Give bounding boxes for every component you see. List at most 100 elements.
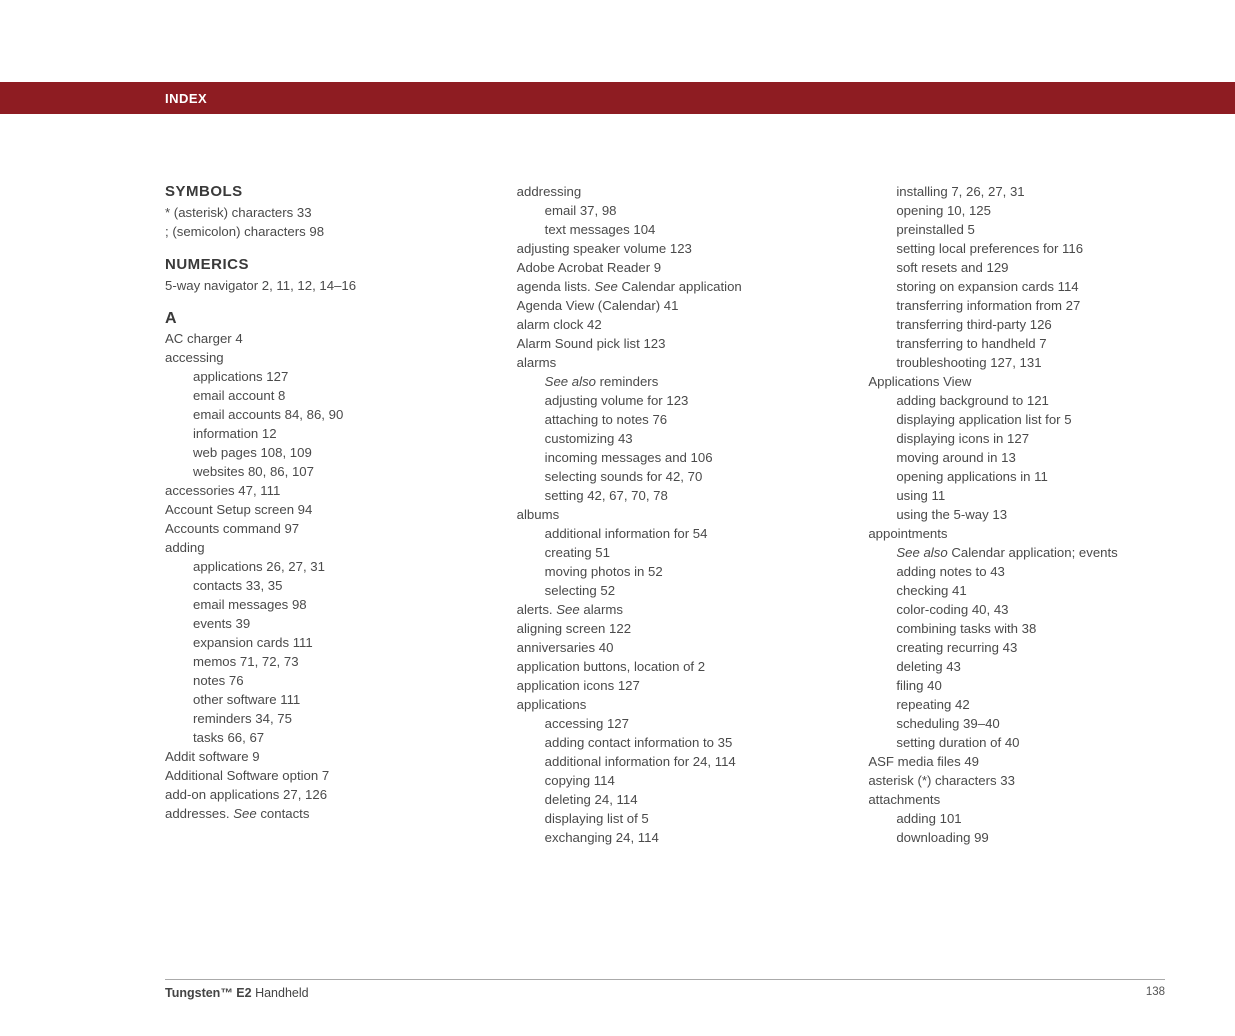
index-entry: installing 7, 26, 27, 31 [868,182,1165,201]
index-entry: incoming messages and 106 [517,448,814,467]
index-entry: 5-way navigator 2, 11, 12, 14–16 [165,276,462,295]
index-entry: other software 111 [165,690,462,709]
index-entry: tasks 66, 67 [165,728,462,747]
index-entry: alarms [517,353,814,372]
index-entry: adjusting speaker volume 123 [517,239,814,258]
index-entry: attachments [868,790,1165,809]
footer: Tungsten™ E2 Handheld 138 [165,979,1165,1000]
index-entry: checking 41 [868,581,1165,600]
index-entry: additional information for 54 [517,524,814,543]
index-entry: websites 80, 86, 107 [165,462,462,481]
index-entry: opening applications in 11 [868,467,1165,486]
spacer [165,241,462,255]
index-entry: accessing 127 [517,714,814,733]
index-entry: displaying icons in 127 [868,429,1165,448]
index-entry: filing 40 [868,676,1165,695]
index-entry: web pages 108, 109 [165,443,462,462]
index-entry: adding notes to 43 [868,562,1165,581]
index-entry: alerts. See alarms [517,600,814,619]
index-entry: Adobe Acrobat Reader 9 [517,258,814,277]
index-entry: copying 114 [517,771,814,790]
index-entry: Addit software 9 [165,747,462,766]
index-entry: selecting sounds for 42, 70 [517,467,814,486]
index-entry: reminders 34, 75 [165,709,462,728]
index-entry: A [165,309,462,328]
product-name-bold: Tungsten™ E2 [165,986,252,1000]
index-entry: See also reminders [517,372,814,391]
index-entry: Account Setup screen 94 [165,500,462,519]
index-entry: events 39 [165,614,462,633]
index-entry: email 37, 98 [517,201,814,220]
index-entry: email accounts 84, 86, 90 [165,405,462,424]
index-entry: adding [165,538,462,557]
index-entry: ; (semicolon) characters 98 [165,222,462,241]
index-column-1: SYMBOLS* (asterisk) characters 33; (semi… [165,182,462,847]
index-entry: text messages 104 [517,220,814,239]
index-entry: Alarm Sound pick list 123 [517,334,814,353]
index-entry: using 11 [868,486,1165,505]
index-entry: combining tasks with 38 [868,619,1165,638]
index-entry: notes 76 [165,671,462,690]
index-entry: using the 5-way 13 [868,505,1165,524]
index-entry: email messages 98 [165,595,462,614]
index-entry: transferring information from 27 [868,296,1165,315]
index-entry: storing on expansion cards 114 [868,277,1165,296]
index-entry: application buttons, location of 2 [517,657,814,676]
index-entry: add-on applications 27, 126 [165,785,462,804]
index-column-2: addressingemail 37, 98text messages 104a… [517,182,814,847]
index-entry: setting local preferences for 116 [868,239,1165,258]
index-entry: appointments [868,524,1165,543]
index-entry: setting 42, 67, 70, 78 [517,486,814,505]
index-entry: adding background to 121 [868,391,1165,410]
index-entry: application icons 127 [517,676,814,695]
index-entry: applications 26, 27, 31 [165,557,462,576]
index-entry: attaching to notes 76 [517,410,814,429]
index-entry: downloading 99 [868,828,1165,847]
index-entry: contacts 33, 35 [165,576,462,595]
index-entry: moving around in 13 [868,448,1165,467]
index-entry: memos 71, 72, 73 [165,652,462,671]
index-entry: displaying application list for 5 [868,410,1165,429]
index-entry: See also Calendar application; events [868,543,1165,562]
index-entry: transferring to handheld 7 [868,334,1165,353]
index-entry: alarm clock 42 [517,315,814,334]
index-entry: transferring third-party 126 [868,315,1165,334]
index-entry: agenda lists. See Calendar application [517,277,814,296]
index-entry: deleting 43 [868,657,1165,676]
index-entry: creating 51 [517,543,814,562]
index-entry: adding contact information to 35 [517,733,814,752]
index-entry: applications [517,695,814,714]
index-entry: soft resets and 129 [868,258,1165,277]
product-name: Tungsten™ E2 Handheld [165,986,309,1000]
index-entry: AC charger 4 [165,329,462,348]
header-band: INDEX [0,82,1235,114]
index-entry: deleting 24, 114 [517,790,814,809]
index-entry: Accounts command 97 [165,519,462,538]
index-entry: aligning screen 122 [517,619,814,638]
index-entry: adding 101 [868,809,1165,828]
index-entry: accessing [165,348,462,367]
index-entry: customizing 43 [517,429,814,448]
header-title: INDEX [165,91,207,106]
index-entry: addresses. See contacts [165,804,462,823]
index-entry: additional information for 24, 114 [517,752,814,771]
index-entry: accessories 47, 111 [165,481,462,500]
page-number: 138 [1146,986,1165,1000]
index-entry: color-coding 40, 43 [868,600,1165,619]
index-entry: opening 10, 125 [868,201,1165,220]
index-entry: * (asterisk) characters 33 [165,203,462,222]
index-entry: displaying list of 5 [517,809,814,828]
index-entry: Additional Software option 7 [165,766,462,785]
index-content: SYMBOLS* (asterisk) characters 33; (semi… [0,114,1235,847]
index-entry: applications 127 [165,367,462,386]
index-entry: NUMERICS [165,255,462,274]
index-entry: asterisk (*) characters 33 [868,771,1165,790]
index-entry: ASF media files 49 [868,752,1165,771]
index-entry: moving photos in 52 [517,562,814,581]
index-entry: selecting 52 [517,581,814,600]
index-entry: email account 8 [165,386,462,405]
index-entry: setting duration of 40 [868,733,1165,752]
index-column-3: installing 7, 26, 27, 31opening 10, 125p… [868,182,1165,847]
index-entry: exchanging 24, 114 [517,828,814,847]
index-entry: information 12 [165,424,462,443]
